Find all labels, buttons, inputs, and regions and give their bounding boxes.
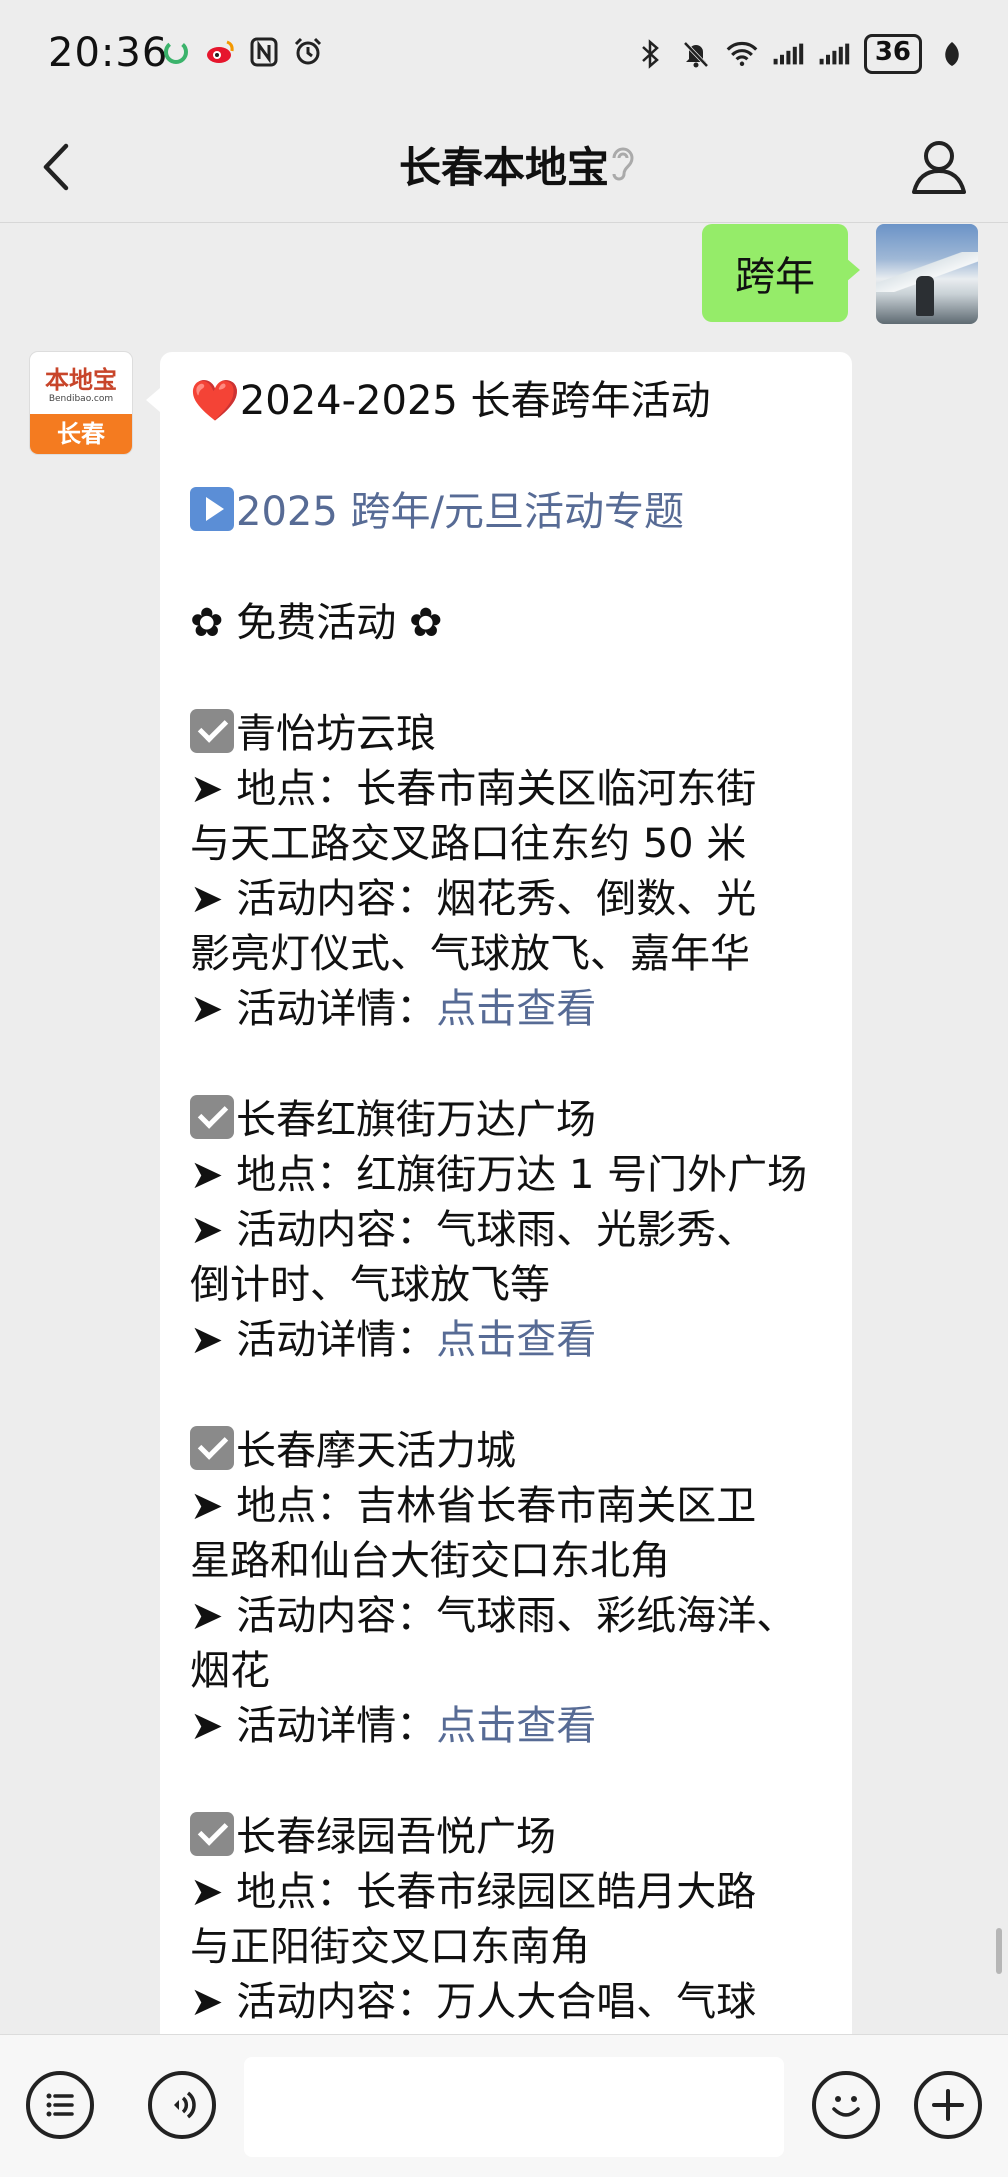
event-location: 与正阳街交叉口东南角 [190, 1924, 590, 1970]
emoji-button[interactable] [812, 2071, 880, 2139]
event-location: ➤ 地点：红旗街万达 1 号门外广场 [190, 1152, 808, 1198]
message-content: ❤️2024-2025 长春跨年活动 2025 跨年/元旦活动专题 ✿ 免费活动… [190, 374, 840, 2030]
menu-list-icon [46, 2093, 74, 2117]
event-detail: ➤ 活动详情：点击查看 [190, 986, 597, 1032]
voice-icon [174, 2091, 196, 2119]
avatar-brand: 本地宝 [45, 365, 117, 394]
event-location: ➤ 地点：长春市南关区临河东街 [190, 766, 757, 812]
plus-button[interactable] [914, 2071, 982, 2139]
avatar-city: 长春 [30, 414, 132, 454]
event-content: 烟花 [190, 1648, 270, 1694]
avatar-photo-person [916, 276, 934, 316]
event-location: ➤ 地点：长春市绿园区皓月大路 [190, 1869, 757, 1915]
status-left-icons [160, 36, 324, 68]
status-right-icons: 36 [634, 34, 968, 74]
profile-button[interactable] [910, 136, 968, 196]
event-detail: ➤ 活动详情：点击查看 [190, 1703, 597, 1749]
event-detail: ➤ 活动详情：点击查看 [190, 1317, 597, 1363]
person-icon [912, 141, 966, 194]
nfc-icon [248, 36, 280, 68]
message-title: ❤️2024-2025 长春跨年活动 [190, 378, 711, 424]
topic-link[interactable]: 2025 跨年/元旦活动专题 [190, 485, 840, 540]
status-time: 20:36 [48, 30, 169, 76]
checkbox-icon [190, 709, 234, 753]
event-name: 青怡坊云琅 [190, 707, 840, 762]
bendibao-avatar[interactable]: 本地宝 Bendibao.com 长春 [30, 352, 132, 454]
user-avatar[interactable] [876, 224, 978, 324]
outgoing-message[interactable]: 跨年 [702, 224, 848, 322]
voice-button[interactable] [148, 2071, 216, 2139]
section-heading: ✿ 免费活动 ✿ [190, 600, 443, 646]
play-icon [190, 487, 234, 531]
outgoing-bubble-tail [846, 258, 860, 282]
weibo-icon [204, 36, 236, 68]
incoming-message: ❤️2024-2025 长春跨年活动 2025 跨年/元旦活动专题 ✿ 免费活动… [160, 352, 852, 2052]
battery-level: 36 [863, 34, 922, 74]
event-content: ➤ 活动内容：烟花秀、倒数、光 [190, 876, 757, 922]
detail-link[interactable]: 点击查看 [436, 986, 596, 1032]
event-location: ➤ 地点：吉林省长春市南关区卫 [190, 1483, 757, 1529]
checkbox-icon [190, 1426, 234, 1470]
event-content: ➤ 活动内容：万人大合唱、气球 [190, 1979, 757, 2025]
event-location: 与天工路交叉路口往东约 50 米 [190, 821, 747, 867]
checkbox-icon [190, 1095, 234, 1139]
scroll-indicator[interactable] [996, 1928, 1002, 1974]
avatar-domain: Bendibao.com [48, 394, 114, 404]
chat-input-bar [0, 2034, 1008, 2177]
event-content: ➤ 活动内容：气球雨、光影秀、 [190, 1207, 757, 1253]
earpiece-mode-icon [604, 142, 640, 188]
event-content: 倒计时、气球放飞等 [190, 1262, 550, 1308]
detail-link[interactable]: 点击查看 [436, 1703, 596, 1749]
bluetooth-icon [634, 38, 666, 70]
detail-link[interactable]: 点击查看 [436, 1317, 596, 1363]
signal-icon [818, 38, 850, 70]
event-name: 长春绿园吾悦广场 [190, 1810, 840, 1865]
heart-icon: ❤️ [190, 378, 240, 424]
plus-icon [932, 2089, 964, 2121]
chat-header: 长春本地宝 [0, 112, 1008, 222]
leaf-icon [936, 38, 968, 70]
emoji-icon [832, 2096, 860, 2117]
menu-list-button[interactable] [26, 2071, 94, 2139]
app-icon [160, 36, 192, 68]
event-name: 长春红旗街万达广场 [190, 1093, 840, 1148]
chat-title: 长春本地宝 [398, 143, 609, 192]
incoming-bubble-tail [146, 388, 160, 412]
event-content: ➤ 活动内容：气球雨、彩纸海洋、 [190, 1593, 797, 1639]
event-content: 影亮灯仪式、气球放飞、嘉年华 [190, 931, 750, 977]
wifi-icon [726, 38, 758, 70]
message-input[interactable] [244, 2057, 784, 2157]
checkbox-icon [190, 1812, 234, 1856]
signal-icon [772, 38, 804, 70]
event-location: 星路和仙台大街交口东北角 [190, 1538, 670, 1584]
mute-icon [680, 38, 712, 70]
status-bar: 20:36 36 [0, 0, 1008, 112]
event-name: 长春摩天活力城 [190, 1424, 840, 1479]
header-divider [0, 222, 1008, 223]
alarm-icon [292, 36, 324, 68]
